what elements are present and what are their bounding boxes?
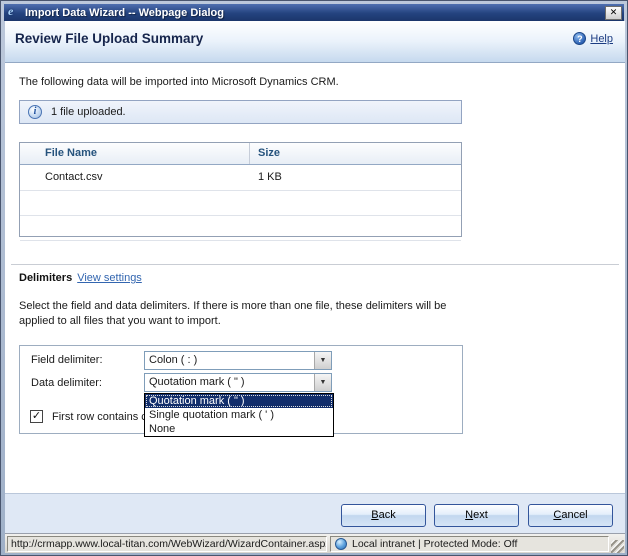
section-divider — [11, 264, 619, 265]
empty-table-row — [20, 216, 461, 241]
page-title: Review File Upload Summary — [15, 31, 203, 46]
info-bar: i 1 file uploaded. — [19, 100, 462, 124]
next-button-label: Next — [465, 505, 488, 526]
field-delimiter-value: Colon ( : ) — [145, 352, 314, 369]
window-title: Import Data Wizard -- Webpage Dialog — [25, 7, 605, 19]
back-button-label: Back — [371, 505, 395, 526]
description-line-2: applied to all files that you want to im… — [19, 314, 479, 329]
status-url: http://crmapp.www.local-titan.com/WebWiz… — [7, 536, 327, 552]
cancel-button-label: Cancel — [553, 505, 587, 526]
title-bar[interactable]: e Import Data Wizard -- Webpage Dialog ✕ — [4, 4, 624, 21]
zone-text: Local intranet | Protected Mode: Off — [352, 537, 517, 551]
info-icon: i — [28, 105, 42, 119]
globe-icon — [335, 538, 347, 550]
dropdown-option-quotation-mark[interactable]: Quotation mark ( " ) — [145, 394, 333, 408]
uploaded-files-table: File Name Size Contact.csv 1 KB — [19, 142, 462, 237]
description-line-1: Select the field and data delimiters. If… — [19, 299, 479, 314]
next-button[interactable]: Next — [434, 504, 519, 527]
close-icon[interactable]: ✕ — [605, 6, 622, 20]
cancel-button[interactable]: Cancel — [528, 504, 613, 527]
delimiters-title: Delimiters — [19, 272, 72, 284]
dropdown-option-single-quotation-mark[interactable]: Single quotation mark ( ' ) — [145, 408, 333, 422]
data-delimiter-select[interactable]: Quotation mark ( " ) ▼ — [144, 373, 332, 392]
status-bar: http://crmapp.www.local-titan.com/WebWiz… — [5, 533, 625, 553]
data-delimiter-label: Data delimiter: — [31, 377, 102, 389]
first-row-headings-label: First row contains col — [52, 411, 155, 423]
file-name-cell: Contact.csv — [20, 165, 250, 190]
internet-explorer-icon: e — [8, 6, 21, 19]
delimiters-heading: Delimiters View settings — [19, 272, 142, 284]
webpage-dialog-window: e Import Data Wizard -- Webpage Dialog ✕… — [0, 0, 628, 556]
chevron-down-icon[interactable]: ▼ — [314, 352, 331, 369]
help-label: Help — [590, 33, 613, 45]
table-header-row: File Name Size — [20, 143, 461, 165]
table-row: Contact.csv 1 KB — [20, 165, 461, 191]
view-settings-link[interactable]: View settings — [77, 272, 142, 284]
resize-grip[interactable] — [611, 540, 624, 553]
help-link[interactable]: ? Help — [573, 32, 613, 45]
first-row-headings-checkbox[interactable]: ✓ — [30, 410, 43, 423]
column-header-file-name: File Name — [20, 143, 250, 164]
back-button[interactable]: Back — [341, 504, 426, 527]
intro-text: The following data will be imported into… — [19, 76, 339, 88]
dropdown-option-none[interactable]: None — [145, 422, 333, 436]
column-header-size: Size — [250, 143, 280, 164]
data-delimiter-value: Quotation mark ( " ) — [145, 374, 314, 391]
field-delimiter-select[interactable]: Colon ( : ) ▼ — [144, 351, 332, 370]
field-delimiter-label: Field delimiter: — [31, 354, 103, 366]
data-delimiter-dropdown-list: Quotation mark ( " ) Single quotation ma… — [144, 393, 334, 437]
chevron-down-icon[interactable]: ▼ — [314, 374, 331, 391]
info-message: 1 file uploaded. — [51, 106, 126, 118]
file-size-cell: 1 KB — [250, 165, 282, 190]
delimiters-description: Select the field and data delimiters. If… — [19, 299, 479, 329]
help-icon: ? — [573, 32, 586, 45]
status-zone: Local intranet | Protected Mode: Off — [330, 536, 609, 552]
empty-table-row — [20, 191, 461, 216]
